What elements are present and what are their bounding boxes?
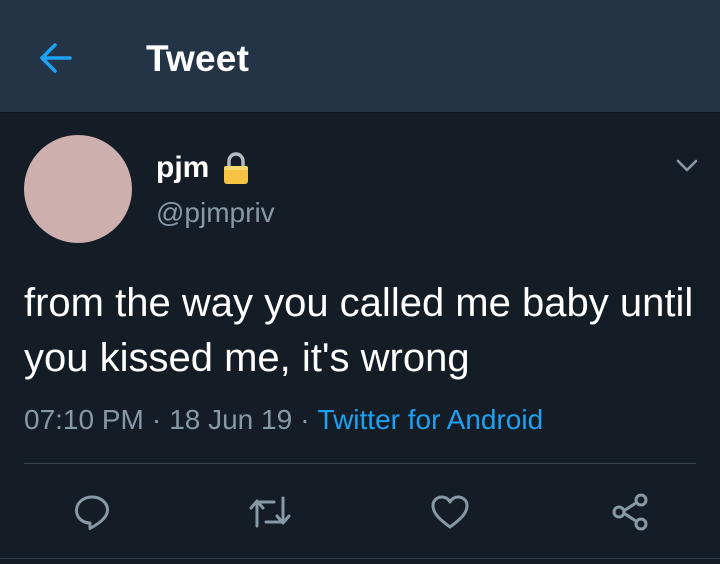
display-name[interactable]: pjm [156,150,209,186]
tweet-source-link[interactable]: Twitter for Android [318,404,544,435]
bottom-divider [0,558,720,559]
author-name-row: pjm [156,148,251,188]
meta-separator: · [151,404,162,435]
avatar[interactable] [24,135,132,243]
reply-button[interactable] [68,488,116,536]
chevron-down-icon [676,159,698,172]
meta-separator: · [300,404,310,435]
like-button[interactable] [426,488,474,536]
tweet-metadata: 07:10 PM · 18 Jun 19 · Twitter for Android [24,402,543,438]
arrow-left-icon [40,43,72,73]
share-button[interactable] [606,488,654,536]
tweet-text: from the way you called me baby until yo… [24,281,694,380]
heart-icon [431,495,469,529]
page-title: Tweet [146,38,250,79]
retweet-icon [249,496,291,528]
retweet-button[interactable] [246,488,294,536]
user-handle[interactable]: @pjmpriv [156,196,275,230]
tweet-time: 07:10 PM [24,404,144,435]
lock-icon [221,150,251,186]
top-bar: Tweet [0,0,720,113]
tweet-date: 18 Jun 19 [169,404,293,435]
tweet-menu-button[interactable] [670,148,704,182]
reply-icon [75,495,109,530]
divider [24,463,696,464]
back-button[interactable] [32,34,80,82]
share-icon [612,493,648,531]
